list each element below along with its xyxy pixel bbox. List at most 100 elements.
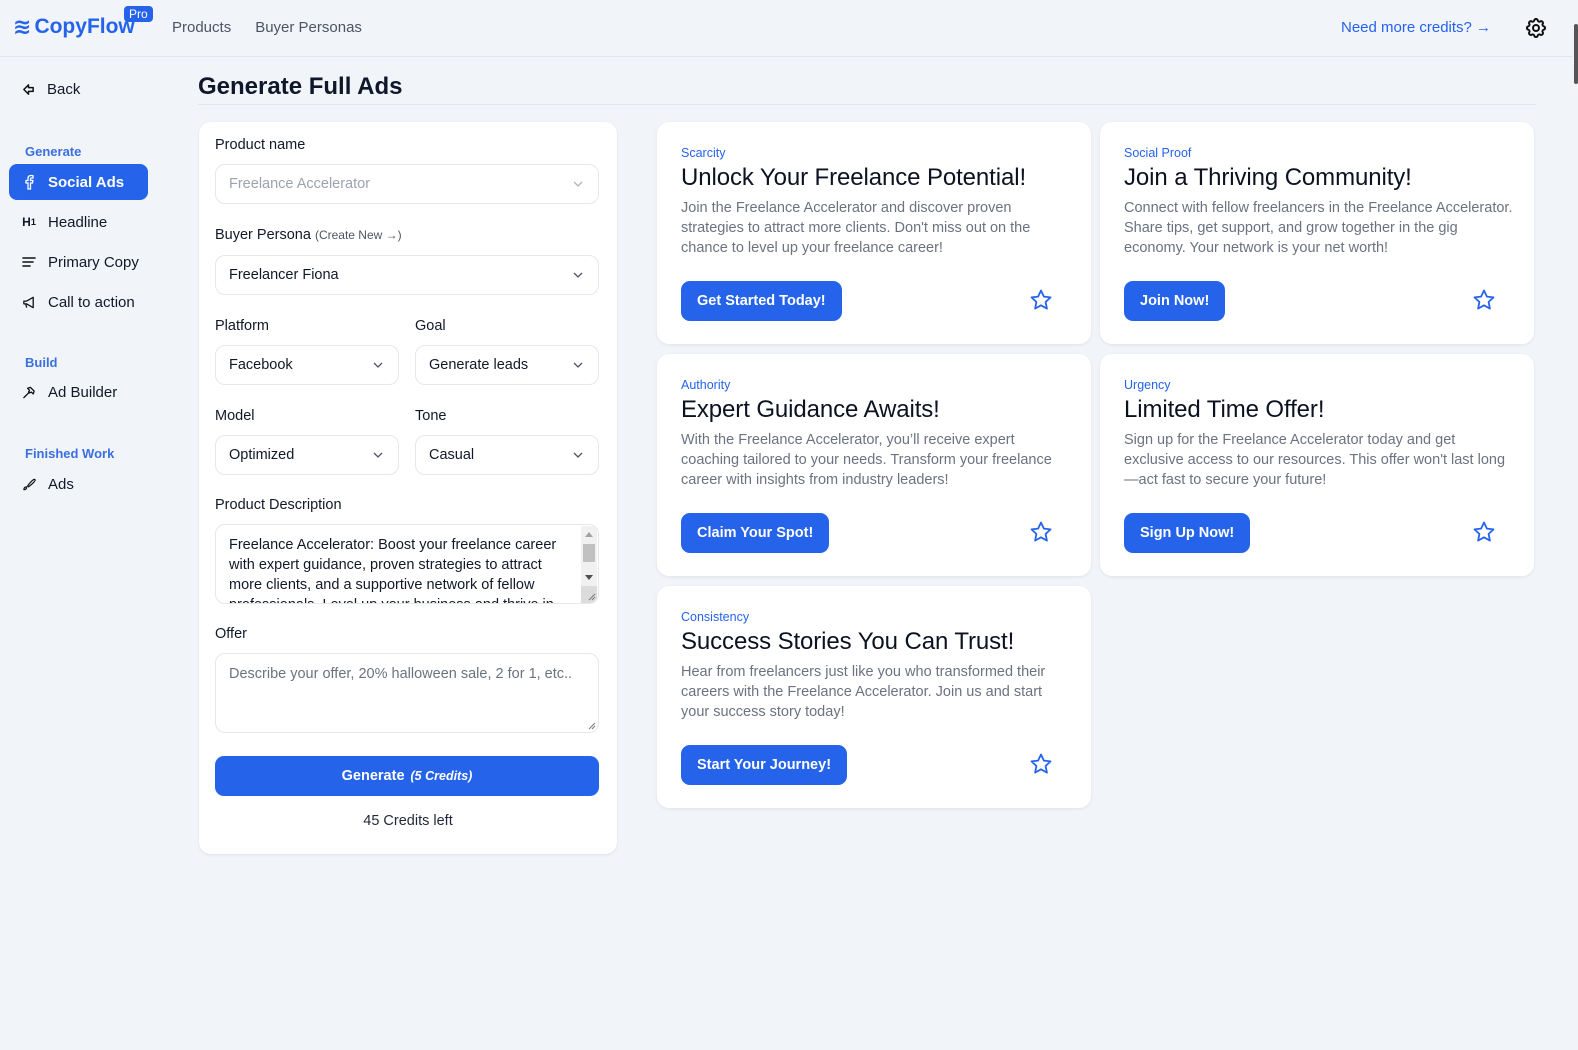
sidebar-item-label: Social Ads	[48, 173, 125, 191]
ad-body: Join the Freelance Accelerator and disco…	[681, 200, 1031, 256]
chevron-down-icon	[573, 272, 583, 278]
platform-label: Platform	[215, 318, 269, 334]
ad-cta-button[interactable]: Claim Your Spot!	[681, 513, 830, 553]
scroll-thumb[interactable]	[583, 544, 595, 562]
product-name-select[interactable]: Freelance Accelerator	[215, 164, 599, 204]
generate-label: Generate	[341, 768, 405, 784]
product-name-value: Freelance Accelerator	[229, 176, 371, 192]
goal-select[interactable]: Generate leads	[415, 345, 599, 385]
nav-products[interactable]: Products	[172, 19, 231, 36]
chevron-down-icon	[573, 362, 583, 368]
title-divider	[198, 104, 1536, 105]
logo[interactable]: ≋ CopyFlow	[13, 14, 135, 40]
section-generate: Generate	[25, 144, 82, 159]
offer-label: Offer	[215, 626, 247, 642]
ad-cta-button[interactable]: Sign Up Now!	[1124, 513, 1251, 553]
sidebar-item-label: Ads	[48, 475, 74, 493]
generate-button[interactable]: Generate (5 Credits)	[215, 756, 599, 796]
ad-card: Social Proof Join a Thriving Community! …	[1100, 122, 1534, 344]
sidebar-item-headline[interactable]: H1 Headline	[9, 204, 148, 240]
page-scrollbar[interactable]	[1573, 0, 1578, 1050]
resize-handle-icon[interactable]	[588, 722, 596, 730]
top-bar: ≋ CopyFlow Pro Products Buyer Personas N…	[0, 0, 1578, 57]
star-icon[interactable]	[1029, 288, 1053, 312]
sidebar-item-label: Headline	[48, 213, 108, 231]
scroll-down-icon[interactable]	[585, 575, 593, 580]
waves-icon: ≋	[13, 14, 32, 39]
ad-tag: Urgency	[1124, 378, 1171, 392]
sidebar-item-label: Call to action	[48, 293, 135, 311]
ad-cta-button[interactable]: Start Your Journey!	[681, 745, 848, 785]
sidebar-item-primary-copy[interactable]: Primary Copy	[9, 244, 148, 280]
back-button[interactable]: Back	[22, 81, 80, 98]
facebook-icon	[22, 174, 36, 190]
megaphone-icon	[22, 295, 36, 309]
platform-value: Facebook	[229, 357, 293, 373]
chevron-down-icon	[373, 452, 383, 458]
chevron-down-icon	[573, 452, 583, 458]
section-build: Build	[25, 355, 58, 370]
brush-icon	[22, 477, 36, 491]
sidebar-item-call-to-action[interactable]: Call to action	[9, 284, 148, 320]
ad-body: With the Freelance Accelerator, you’ll r…	[681, 432, 1052, 488]
tone-select[interactable]: Casual	[415, 435, 599, 475]
resize-handle-icon[interactable]	[588, 593, 596, 601]
buyer-persona-select[interactable]: Freelancer Fiona	[215, 255, 599, 295]
product-description-label: Product Description	[215, 497, 342, 513]
pro-badge: Pro	[124, 6, 153, 22]
chevron-down-icon	[573, 181, 583, 187]
ad-body: Sign up for the Freelance Accelerator to…	[1124, 432, 1506, 488]
arrow-left-icon	[23, 84, 34, 95]
logo-text: CopyFlow	[34, 15, 135, 38]
ad-tag: Authority	[681, 378, 731, 392]
model-label: Model	[215, 408, 255, 424]
need-more-credits-link[interactable]: Need more credits? →	[1341, 19, 1491, 36]
ad-tag: Consistency	[681, 610, 750, 624]
tone-value: Casual	[429, 447, 475, 463]
section-finished-work: Finished Work	[25, 446, 115, 461]
sidebar-item-label: Primary Copy	[48, 253, 139, 271]
credits-left: 45 Credits left	[363, 813, 453, 829]
ad-card: Consistency Success Stories You Can Trus…	[657, 586, 1091, 808]
ad-headline: Success Stories You Can Trust!	[681, 628, 1015, 655]
back-label: Back	[47, 81, 81, 98]
ad-headline: Unlock Your Freelance Potential!	[681, 164, 1027, 191]
offer-placeholder: Describe your offer, 20% halloween sale,…	[229, 666, 573, 682]
offer-textarea[interactable]: Describe your offer, 20% halloween sale,…	[215, 653, 599, 733]
generate-cost: (5 Credits)	[410, 769, 473, 783]
chevron-down-icon	[373, 362, 383, 368]
model-value: Optimized	[229, 447, 295, 463]
star-icon[interactable]	[1472, 288, 1496, 312]
page-scrollbar-thumb[interactable]	[1574, 24, 1578, 84]
buyer-persona-label: Buyer Persona (Create New →)	[215, 227, 402, 243]
heading-icon: H1	[22, 215, 36, 229]
sidebar-item-ads[interactable]: Ads	[9, 466, 148, 502]
ad-cta-button[interactable]: Join Now!	[1124, 281, 1226, 321]
ad-headline: Limited Time Offer!	[1124, 396, 1325, 423]
model-select[interactable]: Optimized	[215, 435, 399, 475]
ad-card: Urgency Limited Time Offer! Sign up for …	[1100, 354, 1534, 576]
tone-label: Tone	[415, 408, 447, 424]
scroll-up-icon[interactable]	[585, 532, 593, 537]
star-icon[interactable]	[1029, 752, 1053, 776]
star-icon[interactable]	[1472, 520, 1496, 544]
platform-select[interactable]: Facebook	[215, 345, 399, 385]
ad-body: Hear from freelancers just like you who …	[681, 664, 1046, 720]
create-new-persona-link[interactable]: (Create New →)	[315, 228, 402, 242]
generate-form: Product name Freelance Accelerator Buyer…	[199, 122, 617, 854]
nav-buyer-personas[interactable]: Buyer Personas	[255, 19, 362, 36]
sidebar-item-social-ads[interactable]: Social Ads	[9, 164, 148, 200]
sidebar-item-label: Ad Builder	[48, 383, 118, 401]
product-name-label: Product name	[215, 137, 306, 153]
buyer-persona-label-text: Buyer Persona	[215, 227, 311, 243]
gear-icon[interactable]	[1524, 16, 1548, 40]
ad-headline: Expert Guidance Awaits!	[681, 396, 940, 423]
hammer-icon	[22, 385, 36, 399]
star-icon[interactable]	[1029, 520, 1053, 544]
ad-cta-button[interactable]: Get Started Today!	[681, 281, 842, 321]
ad-body: Connect with fellow freelancers in the F…	[1124, 200, 1513, 256]
sidebar-item-ad-builder[interactable]: Ad Builder	[9, 374, 148, 410]
product-description-textarea[interactable]: Freelance Accelerator: Boost your freela…	[215, 524, 599, 604]
page-title: Generate Full Ads	[198, 73, 403, 100]
goal-label: Goal	[415, 318, 446, 334]
